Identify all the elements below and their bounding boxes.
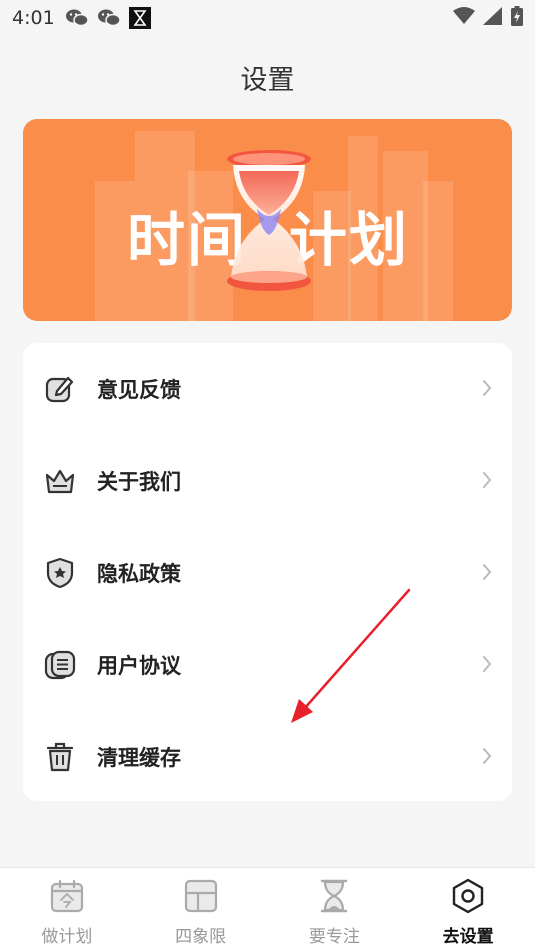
bottom-nav: 做计划 四象限 要专注 去设置 bbox=[0, 867, 535, 951]
hourglass-app-icon bbox=[128, 7, 151, 29]
tab-label: 做计划 bbox=[41, 927, 93, 947]
tab-four-quadrants[interactable]: 四象限 bbox=[134, 868, 268, 951]
chevron-right-icon bbox=[482, 563, 492, 585]
menu-item-label: 用户协议 bbox=[97, 654, 181, 678]
chevron-right-icon bbox=[482, 747, 492, 769]
status-bar: 4:01 bbox=[0, 0, 535, 36]
settings-icon bbox=[450, 878, 486, 918]
battery-icon bbox=[511, 5, 523, 31]
tab-label: 去设置 bbox=[442, 927, 494, 947]
tab-settings[interactable]: 去设置 bbox=[401, 868, 535, 951]
hourglass-icon bbox=[316, 878, 352, 918]
chevron-right-icon bbox=[482, 655, 492, 677]
menu-item-label: 清理缓存 bbox=[97, 746, 181, 770]
calendar-icon bbox=[49, 878, 85, 918]
tab-focus[interactable]: 要专注 bbox=[268, 868, 402, 951]
menu-item-label: 隐私政策 bbox=[97, 562, 181, 586]
tab-label: 要专注 bbox=[308, 927, 360, 947]
signal-icon bbox=[483, 6, 503, 30]
status-time: 4:01 bbox=[12, 7, 55, 29]
trash-icon bbox=[43, 740, 77, 774]
crown-icon bbox=[43, 464, 77, 498]
menu-item-feedback[interactable]: 意见反馈 bbox=[23, 343, 512, 435]
chevron-right-icon bbox=[482, 379, 492, 401]
feedback-icon bbox=[43, 372, 77, 406]
settings-menu: 意见反馈 关于我们 隐私政策 用户协议 清理缓存 bbox=[23, 343, 512, 801]
hourglass-icon bbox=[221, 149, 317, 303]
tab-label: 四象限 bbox=[175, 927, 227, 947]
menu-item-clear-cache[interactable]: 清理缓存 bbox=[23, 711, 512, 803]
page-title: 设置 bbox=[240, 65, 295, 96]
banner: 时间 计划 bbox=[23, 119, 512, 321]
menu-item-about-us[interactable]: 关于我们 bbox=[23, 435, 512, 527]
tab-make-plan[interactable]: 做计划 bbox=[0, 868, 134, 951]
quadrant-icon bbox=[183, 878, 219, 918]
menu-item-user-agreement[interactable]: 用户协议 bbox=[23, 619, 512, 711]
chevron-right-icon bbox=[482, 471, 492, 493]
wechat-icon bbox=[97, 8, 121, 28]
wifi-icon bbox=[453, 6, 475, 30]
status-right-icons bbox=[453, 5, 523, 31]
wechat-icon bbox=[65, 8, 89, 28]
menu-item-privacy-policy[interactable]: 隐私政策 bbox=[23, 527, 512, 619]
document-icon bbox=[43, 648, 77, 682]
shield-icon bbox=[43, 556, 77, 590]
menu-item-label: 关于我们 bbox=[97, 470, 181, 494]
menu-item-label: 意见反馈 bbox=[97, 378, 181, 402]
